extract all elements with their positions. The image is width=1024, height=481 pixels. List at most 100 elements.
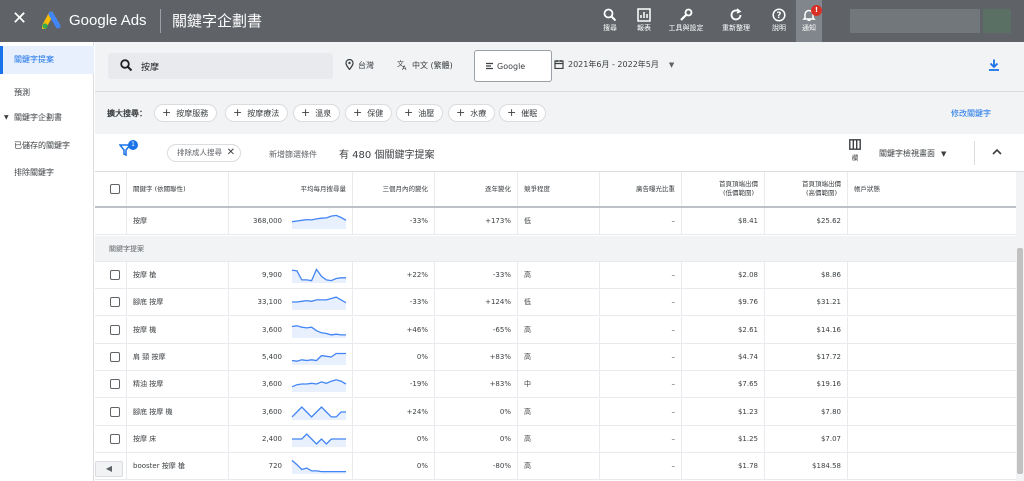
row-checkbox[interactable] xyxy=(110,379,120,390)
table-row[interactable]: 腳底 按摩 -33% +124% 低 – $9.76 $31.21 33,100 xyxy=(95,289,1016,317)
sidebar-item-label: 預測 xyxy=(14,88,30,97)
close-icon[interactable]: ✕ xyxy=(12,9,27,29)
table-row[interactable]: booster 按摩 槍 0% -80% 高 – $1.78 $184.58 720 xyxy=(95,453,1016,481)
avg-cell: 9,900 xyxy=(229,262,353,288)
toolbar-refresh-label: 重新整理 xyxy=(722,24,750,32)
suggestion-chip[interactable]: + 油壓 xyxy=(396,104,444,122)
competition-cell: 中 xyxy=(518,371,600,398)
calendar-icon xyxy=(554,60,564,70)
table-row[interactable]: 按摩 床 0% 0% 高 – $1.25 $7.07 2,400 xyxy=(95,425,1016,453)
competition-cell: 高 xyxy=(518,343,600,370)
sidebar-item-keyword-ideas[interactable]: 關鍵字提案 xyxy=(0,46,94,74)
row-checkbox[interactable] xyxy=(110,297,120,308)
bid-high-cell: $7.07 xyxy=(765,425,848,452)
sidebar-item-forecast[interactable]: 預測 xyxy=(0,79,94,107)
header-bid-low[interactable]: 首頁頂端出價 (低價範圍) xyxy=(682,172,765,206)
header-competition[interactable]: 競爭程度 xyxy=(518,172,600,206)
account-status-cell xyxy=(848,399,1016,425)
account-status-cell xyxy=(848,289,1016,315)
row-checkbox[interactable] xyxy=(110,270,120,280)
toolbar-reports-button[interactable]: 報表 xyxy=(624,4,664,42)
avg-value: 3,600 xyxy=(261,407,282,416)
search-engine-selector[interactable]: Google xyxy=(474,50,552,82)
close-icon[interactable]: ✕ xyxy=(227,145,235,161)
account-status-cell xyxy=(848,262,1016,288)
header-select-cell xyxy=(95,172,127,206)
toolbar-notifications-button[interactable]: 通知 xyxy=(789,4,829,42)
table-row[interactable]: 腳底 按摩 機 +24% 0% 高 – $1.23 $7.80 3,600 xyxy=(95,398,1016,426)
row-checkbox[interactable] xyxy=(110,433,120,444)
scrollbar-thumb[interactable] xyxy=(1017,248,1023,474)
avg-cell: 5,400 xyxy=(229,343,353,370)
table-row[interactable]: 按摩 機 +46% -65% 高 – $2.61 $14.16 3,600 xyxy=(95,316,1016,344)
table-row[interactable]: 按摩 槍 +22% -33% 高 – $2.08 $8.86 9,900 xyxy=(95,262,1016,289)
columns-button[interactable]: 欄 xyxy=(847,139,863,162)
google-ads-logo xyxy=(42,11,61,29)
table-row[interactable]: 肩 頸 按摩 0% +83% 高 – $4.74 $17.72 5,400 xyxy=(95,343,1016,371)
chevron-up-icon[interactable] xyxy=(991,147,1003,157)
location-selector[interactable]: 台灣 xyxy=(345,58,374,72)
header-bid-high[interactable]: 首頁頂端出價 (高價範圍) xyxy=(765,172,848,206)
suggestion-chip[interactable]: + 按摩服務 xyxy=(154,104,218,122)
suggestion-chip[interactable]: + 保健 xyxy=(345,104,393,122)
header-yoy-change[interactable]: 逐年變化 xyxy=(435,172,518,206)
row-checkbox[interactable] xyxy=(110,324,120,335)
row-checkbox[interactable] xyxy=(110,406,120,417)
avatar[interactable] xyxy=(983,9,1011,33)
keyword-search-input[interactable]: 按摩 xyxy=(108,53,333,79)
suggestion-chip[interactable]: + 水療 xyxy=(448,104,496,122)
select-all-checkbox[interactable] xyxy=(110,184,120,194)
header-impression-share[interactable]: 廣告曝光比重 xyxy=(600,172,682,206)
avg-cell: 33,100 xyxy=(229,289,353,316)
vertical-scrollbar[interactable] xyxy=(1016,172,1024,481)
language-selector[interactable]: 文 A 中文 (繁體) xyxy=(397,59,453,72)
bid-low-cell: $9.76 xyxy=(682,289,765,316)
add-filter-button[interactable]: 新增篩選條件 xyxy=(269,149,317,160)
keyword-view-dropdown[interactable]: 關鍵字檢視畫面 ▼ xyxy=(879,148,946,159)
search-strip: 按摩 台灣 文 A 中文 (繁體) Google 2021年6月 - 2022年5月… xyxy=(95,42,1024,92)
exclude-adult-chip[interactable]: 排除成人搜尋 ✕ xyxy=(167,144,241,162)
chip-label: 水療 xyxy=(470,109,487,118)
expand-triangle-icon: ▼ xyxy=(4,114,9,121)
table-row[interactable]: 精油 按摩 -19% +83% 中 – $7.65 $19.16 3,600 xyxy=(95,371,1016,399)
suggestion-chip[interactable]: + 按摩療法 xyxy=(225,104,289,122)
sidebar-item-keyword-plans[interactable]: ▼ 關鍵字企劃書 xyxy=(0,104,94,132)
scroll-left-button[interactable]: ◀ xyxy=(95,461,123,477)
date-range-selector[interactable]: 2021年6月 - 2022年5月 ▼ xyxy=(554,59,674,71)
toolbar-refresh-button[interactable]: 重新整理 xyxy=(716,4,756,42)
account-info[interactable] xyxy=(850,9,980,33)
edit-keywords-link[interactable]: 修改關鍵字 xyxy=(951,108,991,119)
brand-name: Google Ads xyxy=(69,12,147,29)
trend-sparkline xyxy=(291,379,347,393)
table-header: 關鍵字 (依關聯性) 平均每月搜尋量 三個月內的變化 逐年變化 競爭程度 廣告曝… xyxy=(95,172,1016,208)
bid-high-cell: $31.21 xyxy=(765,289,848,316)
bid-high-cell: $8.86 xyxy=(765,262,848,288)
chip-label: 按摩療法 xyxy=(247,109,280,118)
seed-keyword-row[interactable]: 按摩 368,000 -33% +173% 低 – $8.41 $25.62 xyxy=(95,208,1016,235)
search-keyword: 按摩 xyxy=(141,63,160,73)
trend-sparkline xyxy=(291,352,346,365)
avg-value: 720 xyxy=(268,462,282,471)
filter-bar-divider xyxy=(974,141,975,165)
plus-icon: + xyxy=(233,106,243,119)
suggestion-chip[interactable]: + 溫泉 xyxy=(293,104,341,122)
trend-sparkline xyxy=(291,214,347,229)
select-cell xyxy=(95,343,127,370)
row-checkbox[interactable] xyxy=(110,351,120,362)
bid-high-cell: $25.62 xyxy=(765,208,848,234)
sidebar-item-negative-keywords[interactable]: 排除關鍵字 xyxy=(0,159,94,187)
header-three-month-change[interactable]: 三個月內的變化 xyxy=(353,172,435,206)
keyword-table: 關鍵字 (依關聯性) 平均每月搜尋量 三個月內的變化 逐年變化 競爭程度 廣告曝… xyxy=(95,172,1016,481)
header-keyword[interactable]: 關鍵字 (依關聯性) xyxy=(127,172,229,206)
sparkline-area xyxy=(292,297,346,311)
toolbar-tools-button[interactable]: 工具與設定 xyxy=(666,4,706,42)
avg-cell: 368,000 xyxy=(229,208,353,234)
header-account-status[interactable]: 帳戶狀態 xyxy=(848,172,1016,206)
plus-icon: + xyxy=(404,106,414,119)
download-icon[interactable] xyxy=(987,58,1001,72)
select-cell xyxy=(95,425,127,452)
sidebar-item-saved-keywords[interactable]: 已儲存的關鍵字 xyxy=(0,132,94,160)
header-avg-monthly[interactable]: 平均每月搜尋量 xyxy=(229,172,353,206)
impression-share-cell: – xyxy=(600,208,682,234)
suggestion-chip[interactable]: + 催眠 xyxy=(499,104,547,122)
